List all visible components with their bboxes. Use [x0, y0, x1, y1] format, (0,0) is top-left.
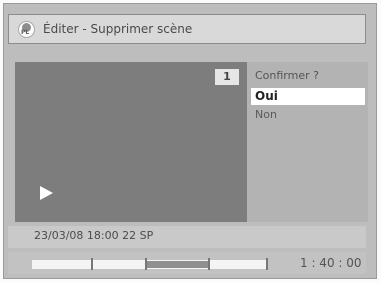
title-bar: PL Éditer - Supprimer scène [8, 14, 366, 44]
scene-marker [91, 258, 93, 270]
confirm-option-no[interactable]: Non [255, 108, 277, 121]
confirm-prompt: Confirmer ? [255, 69, 319, 82]
scene-number-badge: 1 [215, 69, 239, 85]
scene-marker [266, 258, 268, 270]
total-time: 1 : 40 : 00 [300, 256, 362, 270]
recording-info: 23/03/08 18:00 22 SP [34, 229, 154, 242]
playlist-disc-icon: PL [18, 21, 35, 38]
scene-marker [208, 258, 210, 270]
playlist-label: PL [21, 29, 30, 36]
timeline-selected-scene [147, 261, 208, 268]
confirm-option-yes[interactable]: Oui [251, 88, 365, 105]
play-icon [40, 186, 53, 200]
page-title: Éditer - Supprimer scène [43, 22, 193, 36]
confirm-menu [247, 62, 368, 222]
scene-marker [145, 258, 147, 270]
